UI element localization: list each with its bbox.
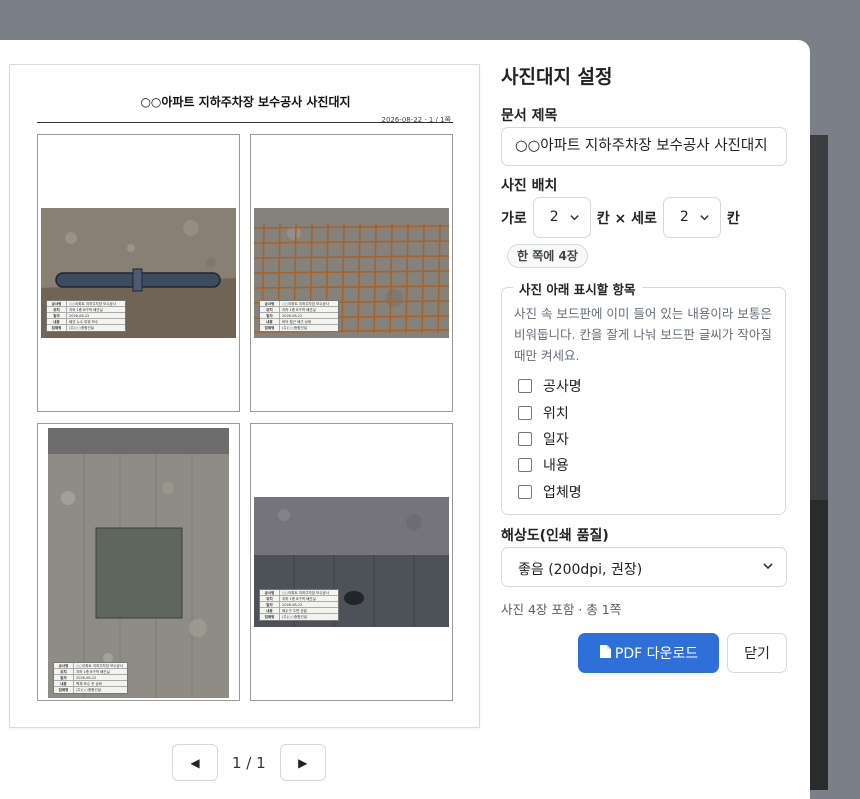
photo-board: 공사명 ○○아파트 지하주차장 보수공사 위치 지하 1층 B구역 배관실 일자 20… [46,300,126,332]
doc-title-label: 문서 제목 [501,108,558,124]
photo-board: 공사명 ○○아파트 지하주차장 보수공사 위치 지하 1층 B구역 배관실 일자 20… [259,300,339,332]
caption-option-company[interactable]: 업체명 [518,479,582,505]
page-indicator: 1 / 1 [232,753,266,772]
caption-option-location[interactable]: 위치 [518,399,582,425]
export-summary: 사진 4장 포함 · 총 1쪽 [501,602,622,617]
photo-wall-image [48,428,229,698]
doc-title-input[interactable]: ○○아파트 지하주차장 보수공사 사진대지 [501,127,787,166]
caption-options: 사진 아래 표시할 항목 사진 속 보드판에 이미 들어 있는 내용이라 보통은… [501,279,786,515]
checkbox[interactable] [518,484,532,499]
next-arrow-icon: ▶ [298,755,308,770]
cols-select[interactable]: 2 [532,197,591,238]
checkbox[interactable] [518,431,532,446]
photo-pipe: 공사명 ○○아파트 지하주차장 보수공사 위치 지하 1층 B구역 배관실 일자 20… [41,208,236,338]
checkbox[interactable] [518,405,532,420]
photo-board: 공사명 ○○아파트 지하주차장 보수공사 위치 지하 1층 B구역 배관실 일자 20… [259,589,339,621]
prev-page-button[interactable]: ◀ [172,744,218,781]
layout-row: 가로 2 칸 × 세로 2 칸 [501,197,740,238]
preview-pager: ◀ 1 / 1 ▶ [172,744,326,781]
resolution-label: 해상도(인쇄 품질) [501,528,609,544]
prev-arrow-icon: ◀ [190,755,200,770]
photo-rebar: 공사명 ○○아파트 지하주차장 보수공사 위치 지하 1층 B구역 배관실 일자 20… [254,208,449,338]
photo-cell-4: 공사명 ○○아파트 지하주차장 보수공사 위치 지하 1층 B구역 배관실 일자 20… [250,423,453,701]
resolution-select[interactable]: 좋음 (200dpi, 권장) [501,547,787,587]
photo-wall: 공사명 ○○아파트 지하주차장 보수공사 위치 지하 1층 B구역 배관실 일자 20… [48,428,229,698]
checkbox[interactable] [518,379,532,394]
backdrop-panel [810,500,828,790]
backdrop [0,0,860,40]
chevron-down-icon [762,560,774,576]
cols-label: 가로 [501,210,527,227]
photo-floor: 공사명 ○○아파트 지하주차장 보수공사 위치 지하 1층 B구역 배관실 일자 20… [254,497,449,627]
settings-heading: 사진대지 설정 [501,66,613,88]
caption-option-content[interactable]: 내용 [518,452,582,478]
layout-label: 사진 배치 [501,178,558,194]
next-page-button[interactable]: ▶ [279,744,326,781]
checkbox[interactable] [518,458,532,473]
caption-option-project[interactable]: 공사명 [518,373,582,399]
close-button[interactable]: 닫기 [727,633,787,673]
preview-meta: 2026-08-22 · 1 / 1쪽 [381,116,451,124]
per-page-badge: 한 쪽에 4장 [507,244,588,268]
pdf-preview-page: ○○아파트 지하주차장 보수공사 사진대지 2026-08-22 · 1 / 1… [9,64,480,728]
title-divider [37,122,453,123]
caption-checkbox-list: 공사명 위치 일자 내용 업체명 [518,373,582,505]
photo-cell-3: 공사명 ○○아파트 지하주차장 보수공사 위치 지하 1층 B구역 배관실 일자 20… [37,423,240,701]
chevron-down-icon [699,211,710,227]
caption-legend: 사진 아래 표시할 항목 [513,279,642,298]
caption-help: 사진 속 보드판에 이미 들어 있는 내용이라 보통은 비워둡니다. 칸을 잘게… [514,306,772,363]
photo-board: 공사명 ○○아파트 지하주차장 보수공사 위치 지하 1층 B구역 배관실 일자 20… [53,662,128,694]
rows-select[interactable]: 2 [662,197,721,238]
file-icon [599,644,612,663]
pdf-download-button[interactable]: PDF 다운로드 [578,633,719,673]
rows-unit: 칸 [726,210,740,227]
photo-cell-2: 공사명 ○○아파트 지하주차장 보수공사 위치 지하 1층 B구역 배관실 일자 20… [250,134,453,412]
photo-cell-1: 공사명 ○○아파트 지하주차장 보수공사 위치 지하 1층 B구역 배관실 일자 20… [37,134,240,412]
chevron-down-icon [569,211,580,227]
preview-title: ○○아파트 지하주차장 보수공사 사진대지 [140,95,351,109]
caption-option-date[interactable]: 일자 [518,426,582,452]
photo-sheet-modal: ○○아파트 지하주차장 보수공사 사진대지 2026-08-22 · 1 / 1… [0,40,810,799]
times-label: 칸 × 세로 [596,210,657,227]
